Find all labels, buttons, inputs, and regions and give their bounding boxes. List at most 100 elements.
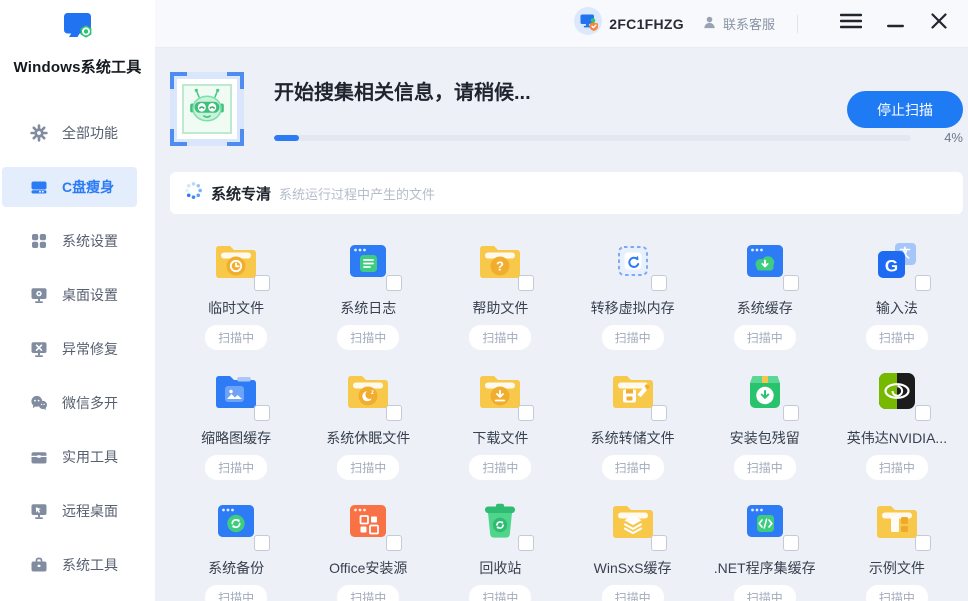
scan-item: 回收站 扫描中 [434,474,566,601]
item-label: 缩略图缓存 [201,428,271,448]
sidebar-item-label: 全部功能 [62,123,118,143]
item-checkbox[interactable] [254,275,270,291]
sidebar-item-5[interactable]: 微信多开 [2,383,137,423]
robot-mascot-icon [187,87,227,132]
scan-corner-icon [227,72,244,89]
item-checkbox[interactable] [386,535,402,551]
item-checkbox[interactable] [518,275,534,291]
sidebar: Windows系统工具 全部功能 C盘瘦身 系统设置 桌面设置 异常修复 微信多… [0,0,155,601]
sidebar-item-2[interactable]: 系统设置 [2,221,137,261]
svg-text:z: z [371,390,374,396]
sidebar-item-label: 实用工具 [62,447,118,467]
sidebar-item-label: 系统设置 [62,231,118,251]
scan-item: G 输入法 扫描中 [831,214,963,344]
sidebar-item-label: C盘瘦身 [62,177,114,197]
progress-bar [274,135,911,141]
app-window: Windows系统工具 全部功能 C盘瘦身 系统设置 桌面设置 异常修复 微信多… [0,0,968,601]
gear-icon [30,124,48,142]
minimize-icon [887,15,904,33]
scan-items-grid: 临时文件 扫描中 系统日志 扫描中 ? 帮助文件 扫描中 转移虚拟内存 扫描中 … [170,214,963,601]
item-checkbox[interactable] [783,535,799,551]
item-checkbox[interactable] [915,535,931,551]
scan-item: 系统转储文件 扫描中 [567,344,699,474]
item-status-badge: 扫描中 [205,585,267,601]
scan-corner-icon [170,129,187,146]
scan-item: .NET程序集缓存 扫描中 [699,474,831,601]
item-checkbox[interactable] [254,535,270,551]
menu-button[interactable] [838,11,864,37]
sidebar-item-label: 微信多开 [62,393,118,413]
robot-frame-green [182,84,232,134]
close-button[interactable] [926,11,952,37]
scan-item: Office安装源 扫描中 [302,474,434,601]
item-checkbox[interactable] [783,405,799,421]
item-checkbox[interactable] [783,275,799,291]
item-label: 系统休眠文件 [326,428,410,448]
contact-support-label: 联系客服 [723,14,775,33]
section-subtitle: 系统运行过程中产生的文件 [279,184,435,203]
item-checkbox[interactable] [915,275,931,291]
item-label: 系统缓存 [737,298,793,318]
item-label: 系统日志 [340,298,396,318]
scan-item: 转移虚拟内存 扫描中 [567,214,699,344]
item-checkbox[interactable] [915,405,931,421]
sidebar-item-3[interactable]: 桌面设置 [2,275,137,315]
sidebar-item-label: 远程桌面 [62,501,118,521]
item-checkbox[interactable] [518,535,534,551]
scan-header: 开始搜集相关信息，请稍候... 停止扫描 4% [170,72,963,146]
item-label: Office安装源 [329,558,407,578]
scan-status-block: 开始搜集相关信息，请稍候... 停止扫描 4% [274,72,963,146]
item-label: 系统转储文件 [591,428,675,448]
briefcase-icon [30,556,48,574]
scan-item: 下载文件 扫描中 [434,344,566,474]
close-icon [931,13,947,34]
app-title: Windows系统工具 [14,56,142,77]
sidebar-item-7[interactable]: 远程桌面 [2,491,137,531]
item-checkbox[interactable] [386,405,402,421]
sidebar-item-label: 桌面设置 [62,285,118,305]
scan-item: WinSxS缓存 扫描中 [567,474,699,601]
stop-scan-button[interactable]: 停止扫描 [847,91,963,128]
minimize-button[interactable] [882,11,908,37]
scan-corner-icon [227,129,244,146]
sidebar-item-4[interactable]: 异常修复 [2,329,137,369]
item-checkbox[interactable] [651,275,667,291]
sidebar-item-6[interactable]: 实用工具 [2,437,137,477]
scan-item: 示例文件 扫描中 [831,474,963,601]
item-status-badge: 扫描中 [337,585,399,601]
topbar: 2FC1FHZG 联系客服 [155,0,968,48]
scan-item: z 系统休眠文件 扫描中 [302,344,434,474]
svg-text:?: ? [496,259,504,274]
item-checkbox[interactable] [651,405,667,421]
hamburger-icon [840,13,862,34]
topbar-divider [797,15,798,33]
contact-support-button[interactable]: 联系客服 [702,14,775,33]
item-label: WinSxS缓存 [594,558,672,578]
desktop-gear-icon [30,286,48,304]
item-status-badge: 扫描中 [602,585,664,601]
item-label: 下载文件 [472,428,528,448]
item-checkbox[interactable] [651,535,667,551]
person-icon [702,15,717,33]
item-checkbox[interactable] [518,405,534,421]
progress-percent-label: 4% [919,130,963,145]
sidebar-item-label: 异常修复 [62,339,118,359]
section-header: 系统专清 系统运行过程中产生的文件 [170,172,963,214]
sidebar-menu: 全部功能 C盘瘦身 系统设置 桌面设置 异常修复 微信多开 实用工具 远程桌面 … [0,113,155,599]
app-logo-icon [60,10,96,51]
scan-corner-icon [170,72,187,89]
item-label: 示例文件 [869,558,925,578]
scan-item: 系统缓存 扫描中 [699,214,831,344]
item-checkbox[interactable] [254,405,270,421]
scan-item: 安装包残留 扫描中 [699,344,831,474]
item-label: 输入法 [876,298,918,318]
item-checkbox[interactable] [386,275,402,291]
sidebar-item-8[interactable]: 系统工具 [2,545,137,585]
scan-robot-frame [170,72,244,146]
item-label: 回收站 [479,558,521,578]
scan-item: 系统日志 扫描中 [302,214,434,344]
scan-item: 缩略图缓存 扫描中 [170,344,302,474]
sidebar-item-0[interactable]: 全部功能 [2,113,137,153]
sidebar-item-1[interactable]: C盘瘦身 [2,167,137,207]
shield-monitor-badge-icon [574,7,602,40]
